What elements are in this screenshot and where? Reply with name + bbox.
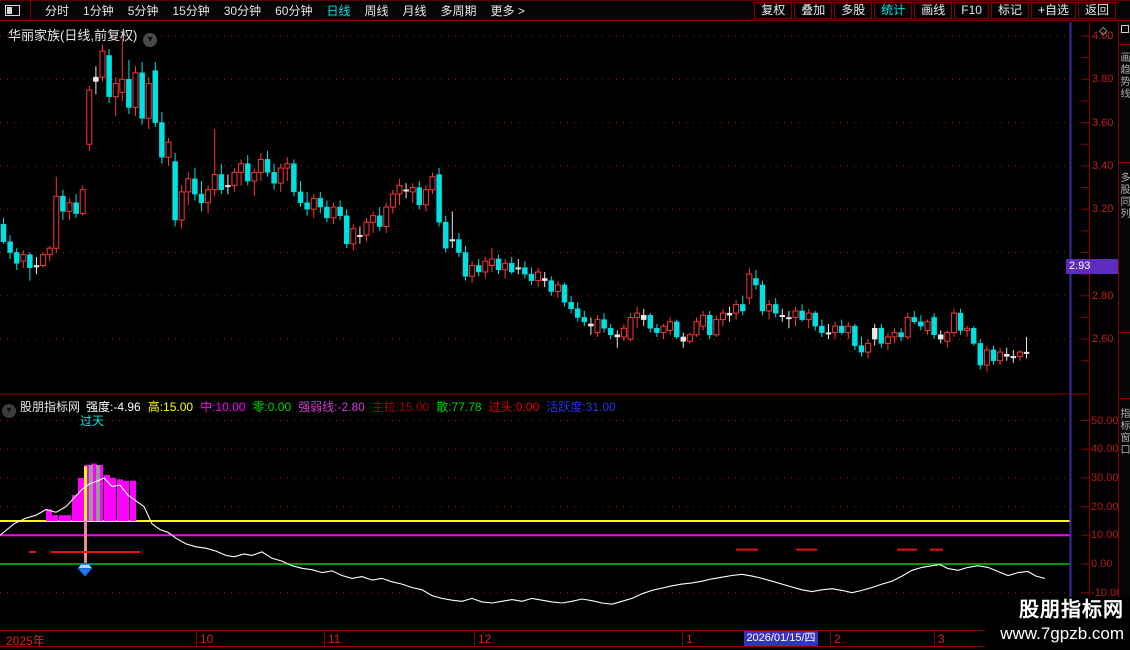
param-活跃度: 活跃度:31.00 [546,400,616,414]
pane-frame [0,22,1090,647]
watermark-url: www.7gpzb.com [1000,624,1124,643]
split-window-icon [5,5,20,16]
month-divider [934,631,935,646]
watermark-site-name: 股朋指标网 [1019,599,1124,621]
price-label-2.60: 2.60 [1092,333,1114,346]
gray-stripe [96,464,100,521]
trading-app-window: 分时 1分钟 5分钟 15分钟 30分钟 60分钟 日线 周线 月线 多周期 更多 > 复权 叠加 多股… [0,0,1130,650]
window-icon[interactable] [1121,25,1129,33]
period-item-15分钟[interactable]: 15分钟 [172,2,209,19]
action-button-多股[interactable]: 多股 [834,2,873,19]
indicator-gridlines [0,420,1071,594]
period-item-多周期[interactable]: 多周期 [441,2,477,19]
period-item-分时[interactable]: 分时 [45,2,69,19]
month-label-3: 3 [938,632,945,646]
period-item-60分钟[interactable]: 60分钟 [275,2,312,19]
param-散: 散:77.78 [436,400,482,414]
indicator-values: 强度:-4.96 高:15.00 中:10.00 零:0.00 强弱线:-2.80 主拉:… [86,400,623,414]
sidebar-vertical-label[interactable]: 多股同列 [1120,172,1130,272]
month-label-12: 12 [478,632,492,646]
top-toolbar: 分时 1分钟 5分钟 15分钟 30分钟 60分钟 日线 周线 月线 多周期 更多 > 复权 叠加 多股… [0,0,1130,21]
action-button-叠加[interactable]: 叠加 [794,2,833,19]
month-label-2: 2 [834,632,841,646]
price-label-3.20: 3.20 [1092,203,1114,216]
period-item-日线[interactable]: 日线 [326,2,350,19]
chart-canvas [0,22,1090,647]
watermark: 股朋指标网 www.7gpzb.com [985,597,1130,650]
month-divider [324,631,325,646]
right-sidebar-strip[interactable]: 画趋势线多股同列指标窗口 [1118,0,1130,650]
gem-diamond-icon [77,564,93,577]
period-item-1分钟[interactable]: 1分钟 [83,2,114,19]
price-label-3.60: 3.60 [1092,116,1114,129]
chart-title: 华丽家族(日线,前复权) ▾ [8,25,158,47]
period-item-5分钟[interactable]: 5分钟 [128,2,159,19]
diamond-marker-icon[interactable]: ◇ [1099,24,1107,37]
sidebar-vertical-label[interactable]: 指标窗口 [1120,408,1130,508]
action-menu: 复权 叠加 多股 统计 画线 F10 标记 +自选 返回 [754,2,1116,19]
sidebar-separator [1119,162,1130,163]
candles-layer [0,40,1030,372]
gray-stripe [89,464,93,521]
period-menu: 分时 1分钟 5分钟 15分钟 30分钟 60分钟 日线 周线 月线 多周期 更多 > [45,2,525,19]
param-高: 高:15.00 [147,400,194,414]
month-divider [474,631,475,646]
month-label-11: 11 [328,632,341,646]
action-button-标记[interactable]: 标记 [990,2,1029,19]
indicator-params-row: ▾ 股朋指标网 强度:-4.96 高:15.00 中:10.00 零:0.00 强弱线:-2… [2,398,623,418]
sidebar-vertical-label[interactable]: 画趋势线 [1120,52,1130,152]
price-label-3.40: 3.40 [1092,159,1114,172]
month-label-1: 1 [686,632,693,646]
window-switch-button[interactable] [0,0,31,21]
collapse-indicator-icon[interactable]: ▾ [2,404,16,418]
crosshair-date-badge: 2026/01/15/四 [744,631,818,646]
sidebar-separator [1119,398,1130,399]
stock-title-text: 华丽家族(日线,前复权) [8,28,138,43]
action-button-复权[interactable]: 复权 [754,2,793,19]
price-label-3.80: 3.80 [1092,73,1114,86]
param-强弱线: 强弱线:-2.80 [298,400,365,414]
strength-line [0,477,1046,605]
month-divider [682,631,683,646]
yellow-stripe [84,466,87,521]
action-button-F10[interactable]: F10 [954,2,989,19]
action-button-+自选[interactable]: +自选 [1030,2,1076,19]
salmon-drop-line [84,520,87,563]
month-divider [196,631,197,646]
month-label-10: 10 [200,632,214,646]
period-item-30分钟[interactable]: 30分钟 [224,2,261,19]
year-label: 2025年 [6,634,45,648]
sidebar-separator [1119,332,1130,333]
sidebar-separator [1119,44,1130,45]
axis-ticks [7,35,1089,635]
action-button-返回[interactable]: 返回 [1077,2,1116,19]
date-axis[interactable]: 2026/01/15/四 2025年 10 11 12 1 2 3 [0,630,1090,648]
indicator-source-label: 股朋指标网 [20,400,81,414]
action-button-画线[interactable]: 画线 [914,2,953,19]
param-中: 中:10.00 [200,400,246,414]
param-主拉: 主拉:15.00 [371,400,430,414]
month-divider [830,631,831,646]
period-item-周线[interactable]: 周线 [364,2,388,19]
param-过头: 过头:0.00 [488,400,540,414]
period-item-月线[interactable]: 月线 [403,2,427,19]
param-强度: 强度:-4.96 [86,400,141,414]
price-badge: 2.93 [1066,259,1118,274]
price-label-2.80: 2.80 [1092,289,1114,302]
param-零: 零:0.00 [252,400,292,414]
main-gridlines [0,35,1071,340]
action-button-统计[interactable]: 统计 [874,2,913,19]
period-item-更多 >[interactable]: 更多 > [491,2,525,19]
chevron-down-icon[interactable]: ▾ [143,33,158,47]
red-segments [29,548,943,553]
